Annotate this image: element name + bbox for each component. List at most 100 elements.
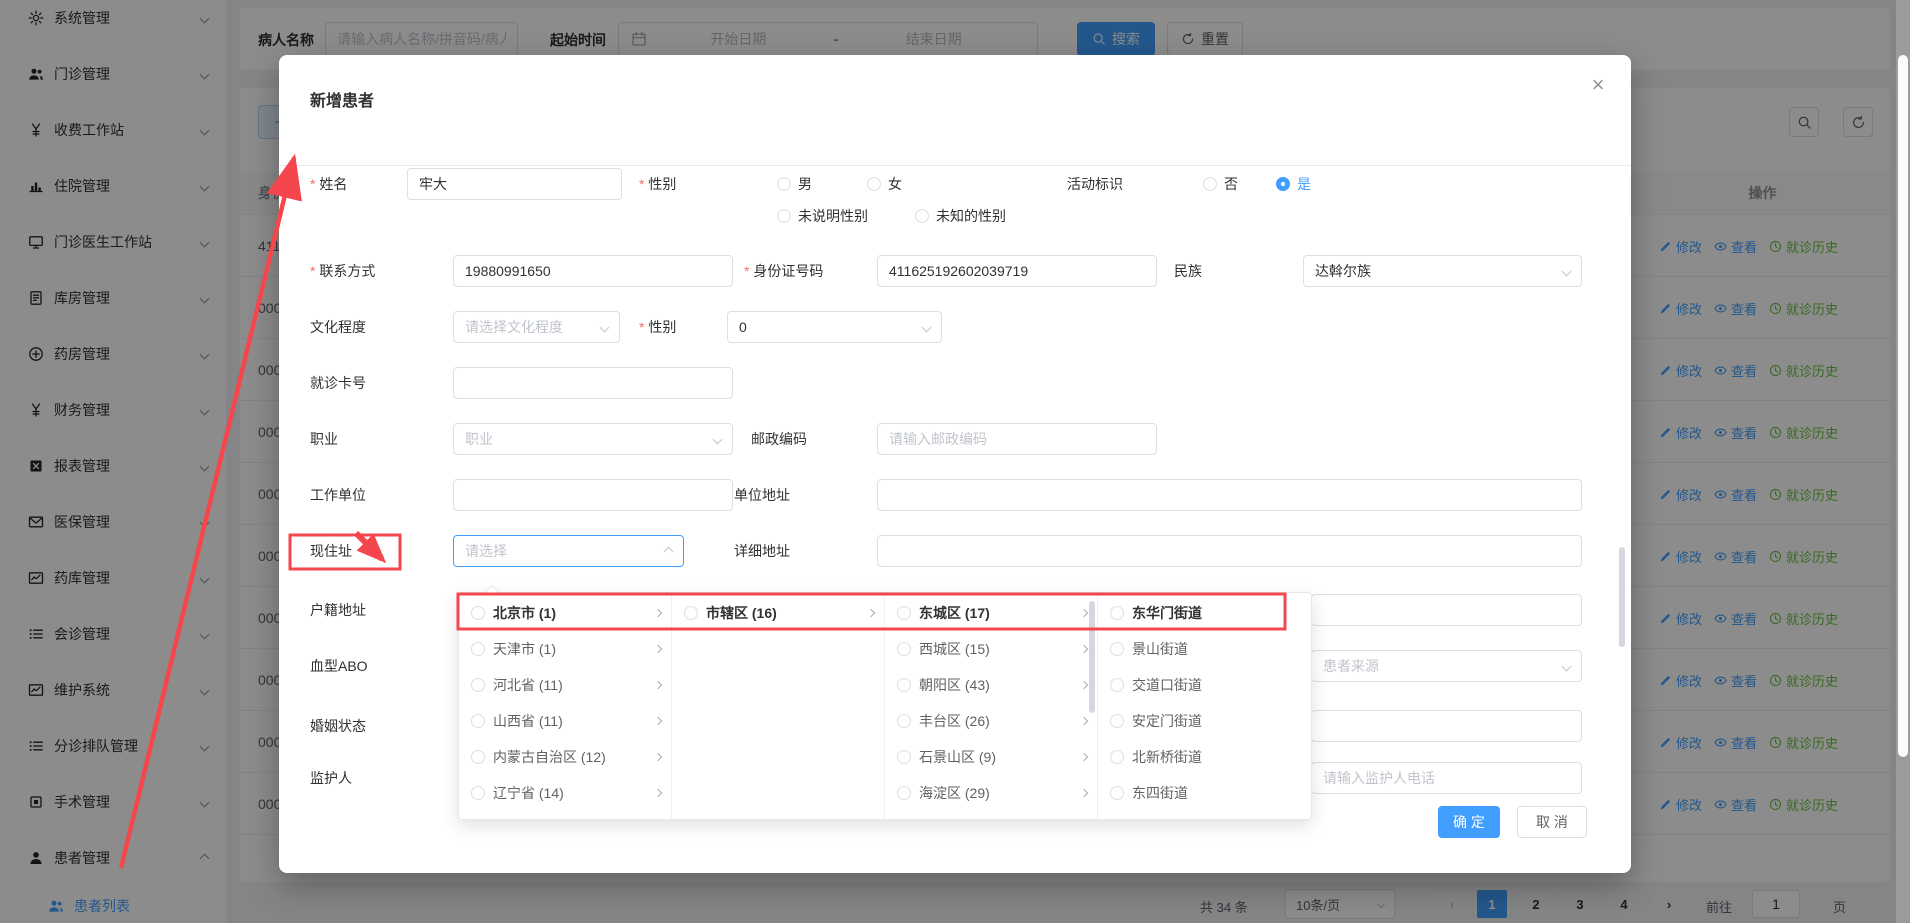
visit_card-label: 就诊卡号 <box>310 373 366 393</box>
cascader-option[interactable]: 河北省 (11) <box>459 667 671 703</box>
gender_radio-radio-2[interactable]: 未说明性别 <box>777 206 868 226</box>
radio-circle-icon <box>897 678 911 692</box>
radio-label: 男 <box>798 174 812 194</box>
active_flag-label: 活动标识 <box>1067 174 1123 194</box>
radio-circle-icon <box>1276 177 1290 191</box>
address-cascader-dropdown: 北京市 (1)天津市 (1) 河北省 (11) 山西省 (11) 内蒙古自治区 (12… <box>458 592 1312 820</box>
cascader-option[interactable]: 山西省 (11) <box>459 703 671 739</box>
radio-label: 女 <box>888 174 902 194</box>
chevron-right-icon <box>867 609 875 617</box>
cascader-option[interactable]: 景山街道 <box>1098 631 1311 667</box>
blood-select[interactable]: 患者来源 <box>1311 650 1582 682</box>
cascader-option[interactable]: 内蒙古自治区 (12) <box>459 739 671 775</box>
close-icon[interactable]: × <box>1585 72 1611 98</box>
cascader-option-label: 北新桥街道 <box>1132 747 1202 767</box>
name-input[interactable] <box>407 168 622 200</box>
chevron-right-icon <box>1080 681 1088 689</box>
occupation-select[interactable]: 职业 <box>453 423 733 455</box>
cascader-option-label: 西城区 (15) <box>919 639 990 659</box>
id_number-input[interactable] <box>877 255 1157 287</box>
cascader-option[interactable]: 朝阳区 (43) <box>885 667 1097 703</box>
cascader-option-label: 安定门街道 <box>1132 711 1202 731</box>
cascader-option[interactable]: 石景山区 (9) <box>885 739 1097 775</box>
radio-circle-icon <box>897 714 911 728</box>
education-select[interactable]: 请选择文化程度 <box>453 311 620 343</box>
cascader-option-label: 市辖区 (16) <box>706 603 777 623</box>
radio-circle-icon <box>897 750 911 764</box>
radio-circle-icon <box>897 606 911 620</box>
chevron-right-icon <box>1080 717 1088 725</box>
employer-input[interactable] <box>453 479 733 511</box>
cascader-option[interactable]: 辽宁省 (14) <box>459 775 671 811</box>
radio-circle-icon <box>471 678 485 692</box>
postal-input[interactable] <box>877 423 1157 455</box>
confirm-button[interactable]: 确 定 <box>1438 806 1500 838</box>
cascader-option[interactable]: 丰台区 (26) <box>885 703 1097 739</box>
active_flag-radio-1[interactable]: 是 <box>1276 174 1311 194</box>
chevron-right-icon <box>654 681 662 689</box>
cascader-option[interactable]: 天津市 (1) <box>459 631 671 667</box>
cascader-scrollbar-thumb[interactable] <box>1089 601 1095 713</box>
nation-select[interactable]: 达斡尔族 <box>1303 255 1582 287</box>
chevron-right-icon <box>1080 753 1088 761</box>
radio-circle-icon <box>471 714 485 728</box>
cascader-option[interactable]: 东四街道 <box>1098 775 1311 811</box>
employer_address-label: 单位地址 <box>734 485 790 505</box>
cascader-option-label: 景山街道 <box>1132 639 1188 659</box>
cascader-option[interactable]: 海淀区 (29) <box>885 775 1097 811</box>
detail_address-label: 详细地址 <box>734 541 790 561</box>
gender_radio-label: 性别 <box>639 174 676 194</box>
contact-input[interactable] <box>453 255 733 287</box>
radio-circle-icon <box>1203 177 1217 191</box>
employer_address-input[interactable] <box>877 479 1582 511</box>
radio-circle-icon <box>1110 786 1124 800</box>
page-scrollbar-thumb[interactable] <box>1898 55 1908 757</box>
cascader-option[interactable]: 东城区 (17) <box>885 595 1097 631</box>
cascader-option-label: 海淀区 (29) <box>919 783 990 803</box>
radio-circle-icon <box>1110 750 1124 764</box>
cascader-option-label: 东华门街道 <box>1132 603 1202 623</box>
detail_address-input[interactable] <box>877 535 1582 567</box>
cascader-option[interactable]: 安定门街道 <box>1098 703 1311 739</box>
page-scrollbar[interactable] <box>1896 0 1910 923</box>
cascader-option-label: 河北省 (11) <box>493 675 563 695</box>
active_flag-radio-0[interactable]: 否 <box>1203 174 1238 194</box>
gender_select-select[interactable]: 0 <box>727 311 942 343</box>
dialog-title: 新增患者 <box>310 87 374 111</box>
gender_select-select-value: 0 <box>739 319 747 335</box>
guardian-input[interactable] <box>1311 762 1582 794</box>
chevron-right-icon <box>654 753 662 761</box>
chevron-down-icon <box>713 434 723 444</box>
cascader-option-label: 内蒙古自治区 (12) <box>493 747 606 767</box>
radio-circle-icon <box>897 786 911 800</box>
cascader-option-label: 石景山区 (9) <box>919 747 996 767</box>
cascader-option[interactable]: 西城区 (15) <box>885 631 1097 667</box>
radio-circle-icon <box>1110 642 1124 656</box>
cascader-option[interactable]: 东华门街道 <box>1098 595 1311 631</box>
gender_radio-radio-1[interactable]: 女 <box>867 174 902 194</box>
blood-label: 血型ABO <box>310 656 368 676</box>
occupation-label: 职业 <box>310 429 338 449</box>
chevron-right-icon <box>654 717 662 725</box>
dialog-scrollbar-thumb[interactable] <box>1619 547 1625 647</box>
cascader-option-label: 朝阳区 (43) <box>919 675 990 695</box>
cascader-option[interactable]: 北新桥街道 <box>1098 739 1311 775</box>
cascader-option[interactable]: 北京市 (1) <box>459 595 671 631</box>
gender_radio-radio-3[interactable]: 未知的性别 <box>915 206 1006 226</box>
chevron-down-icon <box>600 322 610 332</box>
radio-circle-icon <box>471 750 485 764</box>
household-input[interactable] <box>1311 594 1582 626</box>
cancel-button[interactable]: 取 消 <box>1517 806 1587 838</box>
chevron-right-icon <box>1080 789 1088 797</box>
cascader-option[interactable]: 交道口街道 <box>1098 667 1311 703</box>
guardian-label: 监护人 <box>310 768 352 788</box>
marital-label: 婚姻状态 <box>310 716 366 736</box>
radio-circle-icon <box>867 177 881 191</box>
gender_radio-radio-0[interactable]: 男 <box>777 174 812 194</box>
education-label: 文化程度 <box>310 317 366 337</box>
radio-circle-icon <box>471 606 485 620</box>
visit_card-input[interactable] <box>453 367 733 399</box>
marital-input[interactable] <box>1311 710 1582 742</box>
current_address-select[interactable]: 请选择 <box>453 535 684 567</box>
cascader-option[interactable]: 市辖区 (16) <box>672 595 884 631</box>
